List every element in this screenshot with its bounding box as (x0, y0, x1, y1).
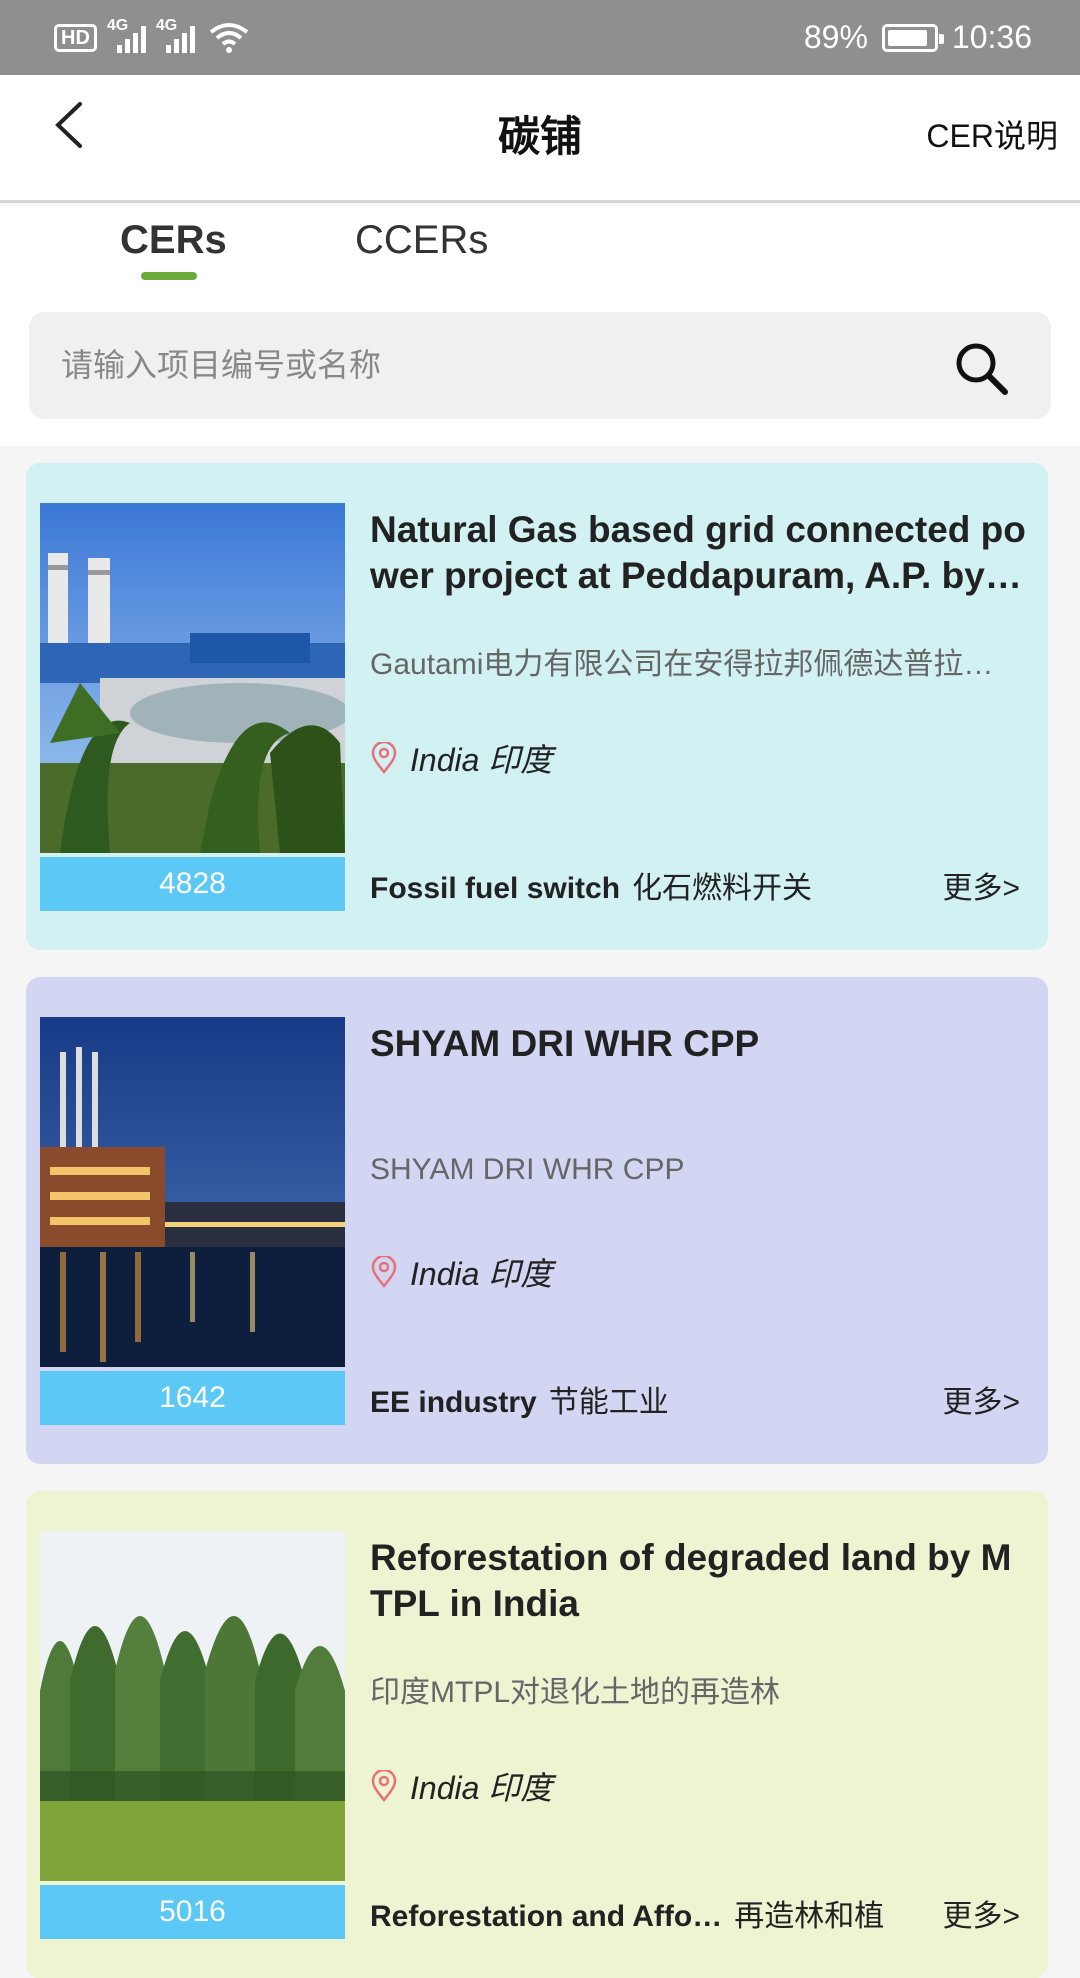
status-left: HD 4G 4G (54, 17, 249, 54)
project-count: 1642 (40, 1371, 345, 1425)
project-title: SHYAM DRI WHR CPP (370, 1023, 760, 1064)
project-category: Fossil fuel switch 化石燃料开关 (370, 863, 812, 907)
category-cn: 化石燃料开关 (632, 872, 813, 905)
project-card[interactable]: 4828 Natural Gas based grid connected po… (26, 463, 1048, 950)
clock: 10:36 (951, 19, 1032, 55)
category-en: Fossil fuel switch (370, 872, 621, 905)
project-location: India 印度 (370, 1249, 552, 1295)
search-input[interactable] (61, 312, 921, 419)
navbar: 碳铺 CER说明 (0, 75, 1080, 203)
location-text: India 印度 (410, 1256, 553, 1292)
cer-info-link[interactable]: CER说明 (926, 111, 1058, 157)
location-text: India 印度 (410, 742, 553, 778)
project-category: Reforestation and Affo… 再造林和植 (370, 1891, 884, 1935)
more-link[interactable]: 更多> (942, 1377, 1020, 1421)
tab-cers[interactable]: CERs (120, 218, 227, 263)
active-tab-indicator (141, 272, 197, 280)
project-category: EE industry 节能工业 (370, 1377, 669, 1421)
battery-icon (881, 23, 944, 52)
project-subtitle: Gautami电力有限公司在安得拉邦佩德达普拉… (370, 648, 994, 681)
project-title: Natural Gas based grid connected power p… (370, 509, 1026, 596)
battery-percent: 89% (803, 19, 868, 55)
project-subtitle: 印度MTPL对退化土地的再造林 (370, 1676, 781, 1709)
signal-1-icon: 4G (107, 17, 146, 53)
location-pin-icon (371, 742, 397, 774)
project-card[interactable]: 1642 SHYAM DRI WHR CPP SHYAM DRI WHR CPP… (26, 977, 1048, 1464)
project-count: 5016 (40, 1885, 345, 1939)
project-location: India 印度 (370, 1763, 552, 1809)
project-location: India 印度 (370, 735, 552, 781)
project-image-night-plant (40, 1017, 345, 1367)
status-right: 89% 10:36 (804, 19, 1032, 56)
tab-ccers[interactable]: CCERs (355, 218, 488, 263)
project-count: 4828 (40, 857, 345, 911)
more-link[interactable]: 更多> (942, 863, 1020, 907)
search-box (29, 312, 1051, 419)
hd-badge: HD (54, 23, 97, 52)
project-image-forest (40, 1531, 345, 1881)
search-icon[interactable] (953, 340, 1009, 396)
location-pin-icon (371, 1256, 397, 1288)
project-subtitle: SHYAM DRI WHR CPP (370, 1153, 685, 1186)
more-link[interactable]: 更多> (942, 1891, 1020, 1935)
wifi-icon (209, 22, 249, 53)
category-cn: 节能工业 (548, 1386, 669, 1419)
location-pin-icon (371, 1770, 397, 1802)
location-text: India 印度 (410, 1770, 553, 1806)
project-card[interactable]: 5016 Reforestation of degraded land by M… (26, 1491, 1048, 1978)
status-bar: HD 4G 4G 89% 10:36 (0, 0, 1080, 75)
page-title: 碳铺 (497, 113, 582, 160)
signal-2-icon: 4G (156, 17, 195, 53)
category-en: EE industry (370, 1386, 537, 1419)
category-cn: 再造林和植 (734, 1900, 885, 1933)
category-en: Reforestation and Affo… (370, 1900, 723, 1933)
filter-area: CERs CCERs (0, 206, 1080, 446)
project-title: Reforestation of degraded land by MTPL i… (370, 1537, 1012, 1624)
project-image-power-plant (40, 503, 345, 853)
